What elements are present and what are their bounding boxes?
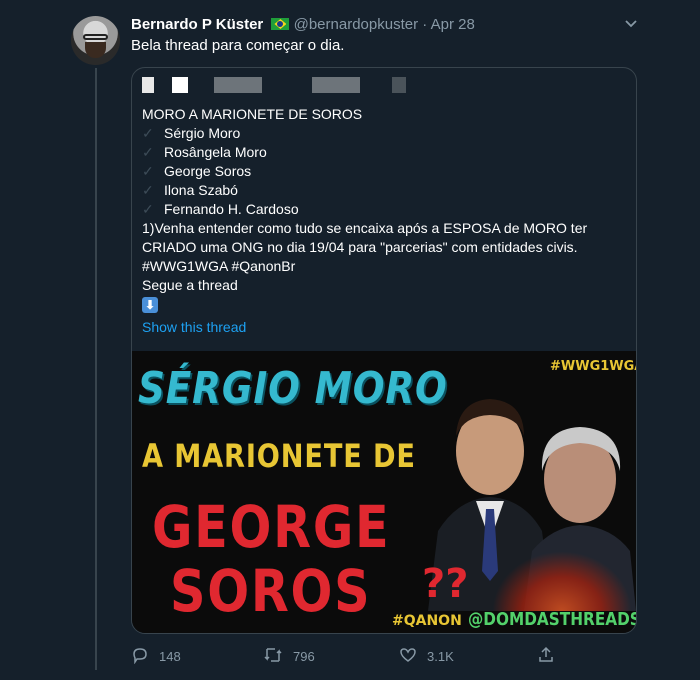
image-question-marks: ?? (422, 561, 469, 607)
check-icon: ✓ (142, 163, 154, 179)
reply-count: 148 (159, 649, 181, 664)
quoted-title: MORO A MARIONETE DE SOROS (142, 106, 363, 122)
name-item: Sérgio Moro (164, 125, 241, 141)
share-icon (537, 646, 555, 667)
arrow-down-icon: ⬇ (142, 297, 158, 313)
heart-icon (399, 646, 417, 667)
brazil-flag-icon (271, 18, 290, 30)
name-item: George Soros (164, 163, 252, 179)
reply-icon (131, 646, 149, 667)
tweet-text: Bela thread para começar o dia. (131, 37, 345, 54)
name-item: Ilona Szabó (164, 182, 238, 198)
image-title-line1: SÉRGIO MORO (138, 363, 448, 414)
author-name[interactable]: Bernardo P Küster (131, 16, 263, 33)
like-button[interactable]: 3.1K (399, 646, 454, 667)
image-handle-watermark: @DOMDASTHREADS (468, 609, 637, 630)
check-icon: ✓ (142, 125, 154, 141)
quoted-text: MORO A MARIONETE DE SOROS ✓ Sérgio Moro ✓… (142, 105, 622, 337)
thread-connector-line (95, 68, 97, 670)
share-button[interactable] (537, 646, 555, 667)
separator-dot: · (422, 16, 428, 33)
image-title-line4: SOROS (170, 557, 372, 625)
check-icon: ✓ (142, 182, 154, 198)
body-line: Segue a thread (142, 277, 238, 293)
retweet-icon (263, 646, 283, 667)
quoted-tweet[interactable]: MORO A MARIONETE DE SOROS ✓ Sérgio Moro ✓… (131, 67, 637, 634)
tweet-header: Bernardo P Küster @bernardopkuster · Apr… (131, 16, 475, 33)
fire-glow (492, 551, 632, 611)
check-icon: ✓ (142, 144, 154, 160)
tweet-actions: 148 796 3.1K (131, 646, 553, 668)
retweet-button[interactable]: 796 (263, 646, 315, 667)
image-title-line2: A MARIONETE DE (142, 437, 416, 475)
author-handle[interactable]: @bernardopkuster (294, 16, 418, 33)
name-item: Fernando H. Cardoso (164, 201, 299, 217)
tweet-date[interactable]: Apr 28 (431, 16, 475, 33)
quoted-image[interactable]: SÉRGIO MORO A MARIONETE DE GEORGE SOROS … (132, 351, 637, 633)
body-line: 1)Venha entender como tudo se encaixa ap… (142, 220, 588, 236)
chevron-down-icon[interactable] (624, 16, 638, 32)
show-thread-link[interactable]: Show this thread (142, 318, 622, 337)
body-line: CRIADO uma ONG no dia 19/04 para "parcer… (142, 239, 578, 255)
image-hashtag-qanon: #QANON (392, 613, 462, 629)
like-count: 3.1K (427, 649, 454, 664)
check-icon: ✓ (142, 201, 154, 217)
name-item: Rosângela Moro (164, 144, 267, 160)
retweet-count: 796 (293, 649, 315, 664)
redacted-header (142, 77, 442, 93)
image-hashtag-top: #WWG1WGA (550, 359, 637, 374)
avatar-beard (85, 42, 106, 58)
reply-button[interactable]: 148 (131, 646, 181, 667)
hashtags[interactable]: #WWG1WGA #QanonBr (142, 257, 622, 276)
image-title-line3: GEORGE (152, 493, 391, 561)
avatar[interactable] (71, 16, 120, 65)
avatar-glasses (83, 34, 108, 40)
